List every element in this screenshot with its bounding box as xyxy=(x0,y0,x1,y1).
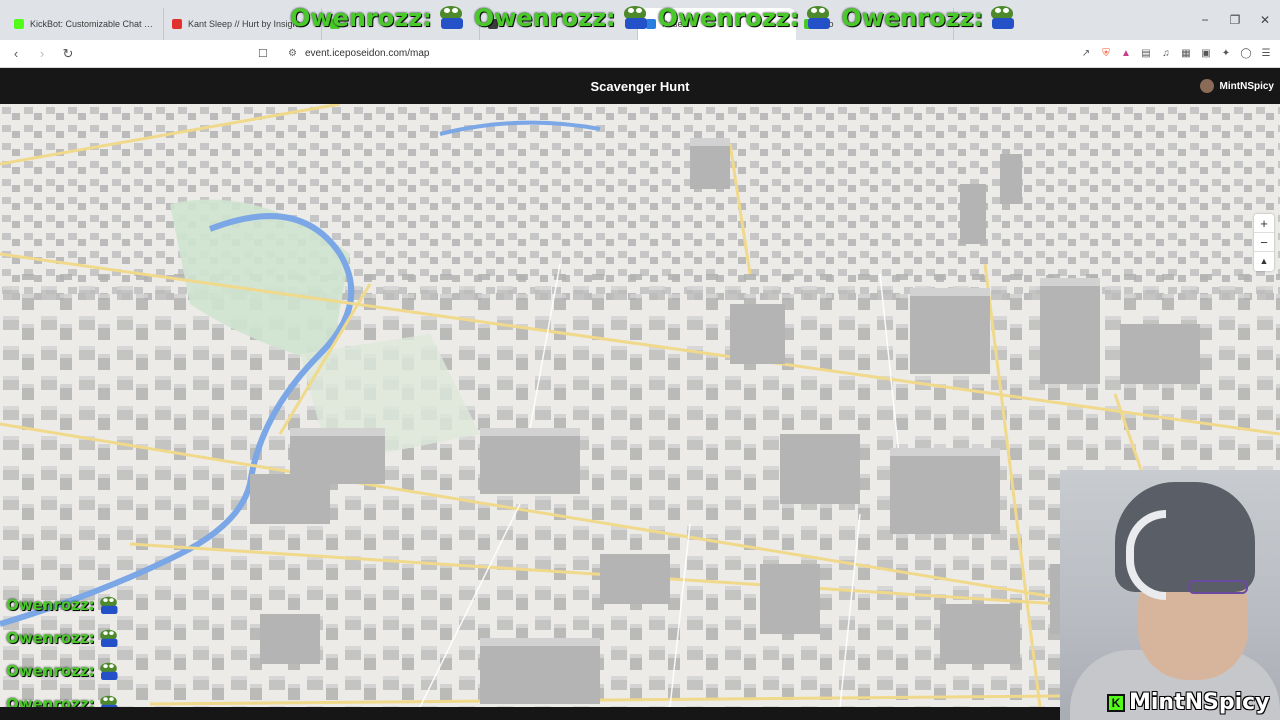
tab-label: Sto xyxy=(820,19,834,29)
site-header: Scavenger Hunt MintNSpicy xyxy=(0,68,1280,104)
webcam-label: K MintNSpicy xyxy=(1107,690,1270,715)
tab-favicon xyxy=(804,19,814,29)
tab-favicon xyxy=(330,19,340,29)
user-menu[interactable]: MintNSpicy xyxy=(1199,68,1274,104)
wallet-icon[interactable]: ▣ xyxy=(1200,48,1212,60)
menu-icon[interactable]: ☰ xyxy=(1260,48,1272,60)
avatar xyxy=(1199,79,1214,93)
forward-icon[interactable]: › xyxy=(32,46,52,61)
tab-favicon xyxy=(172,19,182,29)
rewards-icon[interactable]: ▲ xyxy=(1120,48,1132,60)
browser-tab[interactable] xyxy=(480,8,638,40)
pepe-emote-icon xyxy=(98,661,121,681)
browser-toolbar: ‹ › ↻ ☐ ⚙ event.iceposeidon.com/map ↗ ⛨ … xyxy=(0,40,1280,68)
bottom-bar xyxy=(0,707,1060,720)
username: MintNSpicy xyxy=(1219,80,1274,92)
minimize-icon[interactable]: − xyxy=(1190,13,1220,27)
compass-button[interactable]: ▲ xyxy=(1254,252,1274,271)
browser-tab[interactable] xyxy=(322,8,480,40)
browser-tab[interactable]: KickBot: Customizable Chat Bot for K xyxy=(6,8,164,40)
chat-username: Owenrozz: xyxy=(6,661,95,680)
tab-label: KickBot: Customizable Chat Bot for K xyxy=(30,19,155,29)
brave-shield-icon[interactable]: ⛨ xyxy=(1100,48,1112,60)
url-text[interactable]: event.iceposeidon.com/map xyxy=(305,48,430,59)
browser-tab-strip: KickBot: Customizable Chat Bot for K Kan… xyxy=(0,0,1280,40)
close-icon[interactable]: ✕ xyxy=(1250,13,1280,27)
webcam-glasses xyxy=(1188,580,1248,594)
chat-message: Owenrozz: xyxy=(6,592,125,617)
streamer-name: MintNSpicy xyxy=(1129,690,1270,715)
pepe-emote-icon xyxy=(98,628,121,648)
zoom-out-button[interactable]: − xyxy=(1254,233,1274,252)
webcam-overlay xyxy=(1060,470,1280,720)
chat-message: Owenrozz: xyxy=(6,658,125,683)
browser-tab-active[interactable]: Poseid xyxy=(638,8,796,40)
window-controls: − ❐ ✕ xyxy=(1190,0,1280,40)
zoom-control: + − ▲ xyxy=(1254,214,1274,271)
tab-label: Poseid xyxy=(662,19,690,29)
vpn-icon[interactable]: ◯ xyxy=(1240,48,1252,60)
chat-username: Owenrozz: xyxy=(6,628,95,647)
tab-favicon xyxy=(14,19,24,29)
restore-icon[interactable]: ❐ xyxy=(1220,13,1250,27)
browser-tab[interactable]: Sto xyxy=(796,8,954,40)
bookmark-icon[interactable]: ☐ xyxy=(258,47,272,60)
address-bar[interactable]: ☐ ⚙ event.iceposeidon.com/map xyxy=(258,43,998,65)
site-info-icon[interactable]: ⚙ xyxy=(288,48,297,59)
leo-icon[interactable]: ✦ xyxy=(1220,48,1232,60)
kick-logo-icon: K xyxy=(1107,693,1125,712)
back-icon[interactable]: ‹ xyxy=(6,46,26,61)
share-icon[interactable]: ↗ xyxy=(1080,48,1092,60)
zoom-in-button[interactable]: + xyxy=(1254,214,1274,233)
toolbar-icons: ↗ ⛨ ▲ ▤ ♫ ▦ ▣ ✦ ◯ ☰ xyxy=(1080,48,1272,60)
sidebar-icon[interactable]: ▤ xyxy=(1140,48,1152,60)
chat-list-overlay: Owenrozz: Owenrozz: Owenrozz: Owenrozz: xyxy=(6,592,125,716)
chat-message: Owenrozz: xyxy=(6,625,125,650)
reload-icon[interactable]: ↻ xyxy=(58,46,78,62)
tab-favicon xyxy=(488,19,498,29)
tab-label: Kant Sleep // Hurt by Insight xyxy=(188,19,301,29)
media-icon[interactable]: ♫ xyxy=(1160,48,1172,60)
page-title: Scavenger Hunt xyxy=(590,78,690,94)
pepe-emote-icon xyxy=(98,595,121,615)
tab-favicon xyxy=(646,19,656,29)
browser-tab[interactable]: Kant Sleep // Hurt by Insight xyxy=(164,8,322,40)
reader-icon[interactable]: ▦ xyxy=(1180,48,1192,60)
chat-username: Owenrozz: xyxy=(6,595,95,614)
